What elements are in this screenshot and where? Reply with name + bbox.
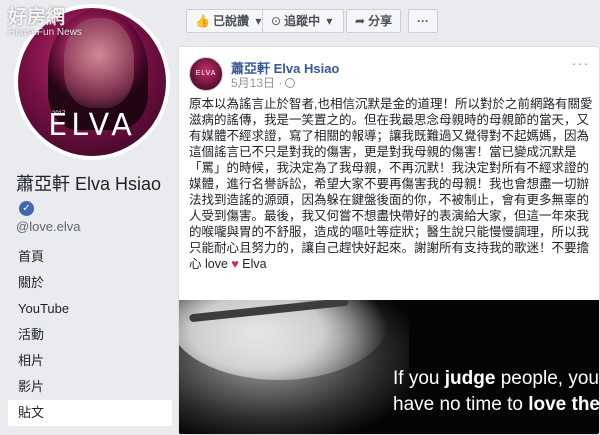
following-button[interactable]: ⊙ 追蹤中 ▾ xyxy=(262,9,345,33)
post-signature: Elva xyxy=(242,257,267,271)
nav-item-events[interactable]: 活動 xyxy=(8,322,172,348)
quote-line-1-pre: If you xyxy=(393,368,445,389)
post-image[interactable]: If you judge people, you have no time to… xyxy=(179,300,599,434)
profile-logo: ELVA xyxy=(48,108,136,143)
globe-icon xyxy=(285,78,296,88)
quote-line-1: If you judge people, you xyxy=(393,366,599,392)
watermark-main: 好房網 xyxy=(8,6,66,28)
chevron-down-icon: ▾ xyxy=(326,14,333,28)
chevron-down-icon: ▾ xyxy=(255,14,262,28)
nav-item-photos[interactable]: 相片 xyxy=(8,348,172,374)
following-label: 追蹤中 xyxy=(284,14,321,28)
image-quote: If you judge people, you have no time to… xyxy=(393,366,599,418)
watermark-sub: HouseFun News xyxy=(8,27,82,38)
post-body: 原本以為謠言止於智者,也相信沉默是金的道理！所以對於之前網路有關愛滋病的謠傳，我… xyxy=(189,96,593,272)
quote-line-2-pre: have no time to xyxy=(393,394,529,415)
nav-item-youtube[interactable]: YouTube xyxy=(8,296,172,322)
page-name-text: 蕭亞軒 Elva Hsiao xyxy=(16,174,162,194)
verified-badge-icon: ✓ xyxy=(19,201,34,216)
facebook-page: 2017 ELVA 蕭亞軒 Elva Hsiao✓ @love.elva 首頁 … xyxy=(0,0,600,435)
share-label: 分享 xyxy=(368,14,393,28)
nav-item-videos[interactable]: 影片 xyxy=(8,374,172,400)
nav-item-about[interactable]: 關於 xyxy=(8,270,172,296)
watermark-logo: 好房網 HouseFun News xyxy=(8,2,82,38)
thumbs-up-icon: 👍 xyxy=(195,14,210,28)
post-timestamp[interactable]: 5月13日 · xyxy=(231,74,296,91)
quote-line-2-bold: love them. xyxy=(528,394,599,415)
post-options-button[interactable]: ··· xyxy=(572,55,589,71)
more-options-button[interactable]: ··· xyxy=(408,9,438,33)
left-column: 2017 ELVA 蕭亞軒 Elva Hsiao✓ @love.elva 首頁 … xyxy=(0,0,172,435)
page-title[interactable]: 蕭亞軒 Elva Hsiao ✓ xyxy=(16,173,166,217)
quote-line-1-bold: judge xyxy=(444,368,496,389)
share-button[interactable]: ➦ 分享 xyxy=(346,9,402,33)
nav-item-home[interactable]: 首頁 xyxy=(8,244,172,270)
nav-item-posts[interactable]: 貼文 xyxy=(8,400,172,426)
quote-line-2: have no time to love them. xyxy=(393,392,599,418)
share-arrow-icon: ➦ xyxy=(355,14,366,28)
avatar-logo: ELVA xyxy=(195,70,217,77)
post-author-avatar[interactable]: ELVA xyxy=(189,57,223,91)
liked-label: 已說讚 xyxy=(212,14,249,28)
page-handle[interactable]: @love.elva xyxy=(16,219,81,234)
post-body-text: 原本以為謠言止於智者,也相信沉默是金的道理！所以對於之前網路有關愛滋病的謠傳，我… xyxy=(189,97,593,271)
page-action-bar: 👍 已說讚 ▾ ⊙ 追蹤中 ▾ ➦ 分享 ··· xyxy=(178,0,600,38)
portrait-image xyxy=(179,300,409,434)
quote-line-1-post: people, you xyxy=(495,368,599,389)
liked-button[interactable]: 👍 已說讚 ▾ xyxy=(186,9,274,33)
post-date-text: 5月13日 · xyxy=(231,76,283,90)
rss-icon: ⊙ xyxy=(271,14,282,28)
post-card: ELVA 蕭亞軒 Elva Hsiao 5月13日 · ··· 原本以為謠言止於… xyxy=(178,46,600,435)
page-nav: 首頁 關於 YouTube 活動 相片 影片 貼文 xyxy=(8,244,172,426)
heart-icon: ♥ xyxy=(231,257,239,271)
